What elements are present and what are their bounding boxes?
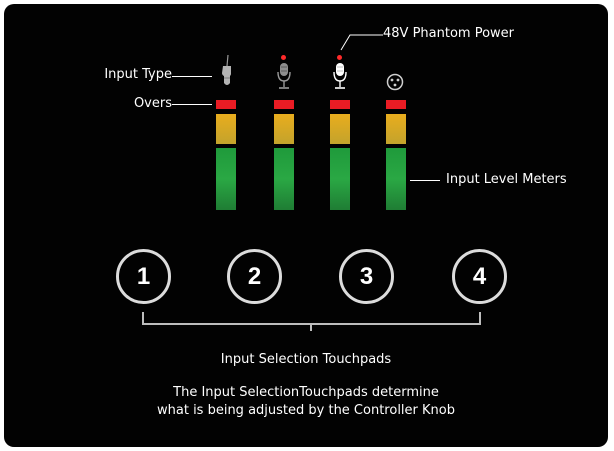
label-phantom-power: 48V Phantom Power bbox=[383, 26, 515, 41]
leader-input-type bbox=[172, 76, 212, 77]
bracket-right-tick bbox=[479, 312, 481, 324]
touchpads-description-line2: what is being adjusted by the Controller… bbox=[157, 403, 455, 418]
label-input-level-meters: Input Level Meters bbox=[446, 172, 567, 187]
microphone-icon bbox=[277, 63, 291, 89]
label-overs: Overs bbox=[133, 96, 172, 111]
leader-overs bbox=[172, 104, 212, 105]
guitar-plug-icon bbox=[222, 54, 231, 85]
level-meter-4 bbox=[386, 100, 406, 210]
overs-indicator-1 bbox=[216, 100, 236, 109]
phantom-led-2 bbox=[281, 55, 286, 60]
overs-indicator-4 bbox=[386, 100, 406, 109]
microphone-icon bbox=[333, 63, 347, 89]
phantom-led-3 bbox=[337, 55, 342, 60]
level-meter-3 bbox=[330, 100, 350, 210]
meter-green-segment-2 bbox=[274, 148, 294, 210]
bracket-center-tick bbox=[310, 323, 312, 331]
touchpad-1[interactable]: 1 bbox=[116, 249, 171, 304]
leader-input-level-meters bbox=[410, 180, 440, 181]
meter-yellow-segment-1 bbox=[216, 114, 236, 144]
label-input-type: Input Type bbox=[104, 67, 172, 82]
overs-indicator-3 bbox=[330, 100, 350, 109]
touchpad-2[interactable]: 2 bbox=[227, 249, 282, 304]
meter-yellow-segment-4 bbox=[386, 114, 406, 144]
touchpads-title: Input Selection Touchpads bbox=[220, 352, 392, 367]
meter-green-segment-3 bbox=[330, 148, 350, 210]
meter-green-segment-4 bbox=[386, 148, 406, 210]
meter-yellow-segment-3 bbox=[330, 114, 350, 144]
touchpad-4[interactable]: 4 bbox=[452, 249, 507, 304]
xlr-connector-icon bbox=[386, 73, 404, 91]
meter-green-segment-1 bbox=[216, 148, 236, 210]
leader-phantom-power bbox=[340, 34, 383, 51]
overs-indicator-2 bbox=[274, 100, 294, 109]
bracket-left-tick bbox=[142, 312, 144, 324]
level-meter-1 bbox=[216, 100, 236, 210]
touchpad-3[interactable]: 3 bbox=[339, 249, 394, 304]
meter-yellow-segment-2 bbox=[274, 114, 294, 144]
touchpads-description-line1: The Input SelectionTouchpads determine bbox=[173, 385, 439, 400]
level-meter-2 bbox=[274, 100, 294, 210]
